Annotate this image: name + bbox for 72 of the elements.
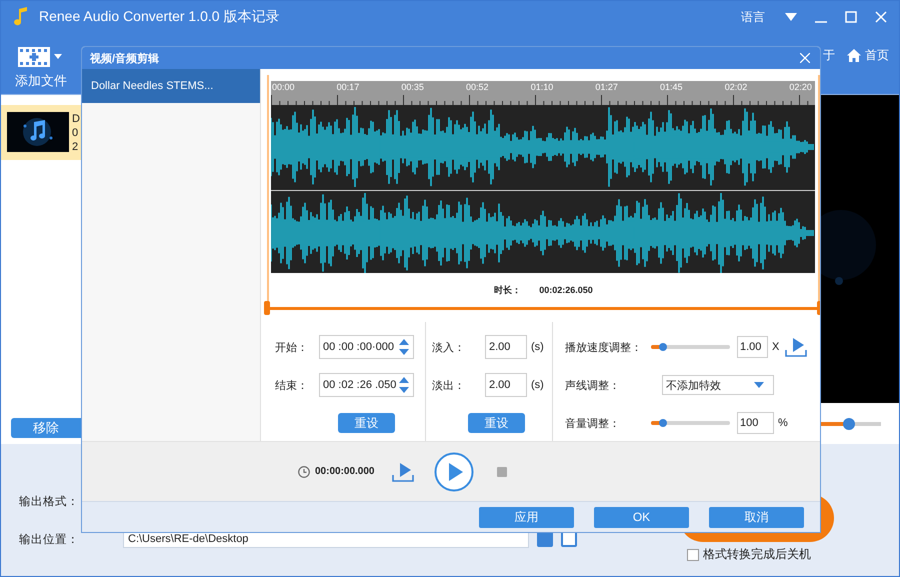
start-time-field[interactable]: 00 :00 :00·000 bbox=[319, 335, 414, 359]
volume-label: 音量调整： bbox=[565, 416, 621, 430]
start-label: 开始： bbox=[275, 340, 309, 354]
volume-field[interactable]: 100 bbox=[737, 412, 774, 434]
dialog-button[interactable]: 取消 bbox=[709, 506, 804, 528]
time-mark: 01:27 bbox=[595, 82, 618, 92]
unit-label: % bbox=[778, 417, 788, 429]
unit-label: X bbox=[772, 341, 780, 353]
slider-thumb[interactable] bbox=[658, 419, 667, 427]
play-preview-icon[interactable] bbox=[785, 337, 808, 357]
caret-icon[interactable] bbox=[754, 382, 764, 388]
time-mark: 00:52 bbox=[466, 82, 489, 92]
speed-field[interactable]: 1.00 bbox=[737, 336, 768, 358]
film-plus-icon bbox=[18, 46, 64, 68]
stop-icon[interactable] bbox=[496, 466, 506, 476]
remove-button[interactable]: 移除 bbox=[11, 418, 81, 438]
fade-in-field[interactable]: 2.00 bbox=[485, 335, 527, 359]
output-format-label: 输出格式： bbox=[19, 494, 79, 508]
duration-value: 00:02:26.050 bbox=[539, 285, 593, 295]
music-note-icon bbox=[13, 7, 29, 27]
reset-button[interactable]: 重设 bbox=[338, 413, 395, 433]
time-mark: 00:00 bbox=[272, 82, 295, 92]
dialog-button[interactable]: 应用 bbox=[479, 506, 574, 528]
slider-thumb[interactable] bbox=[658, 343, 667, 351]
close-icon[interactable] bbox=[800, 53, 810, 63]
about-link[interactable]: 于 bbox=[823, 47, 835, 64]
unit-label: (s) bbox=[531, 379, 544, 391]
home-icon[interactable] bbox=[847, 49, 861, 62]
file-info: 0 bbox=[72, 126, 80, 140]
home-link[interactable]: 首页 bbox=[865, 47, 889, 64]
voice-label: 声线调整： bbox=[565, 378, 621, 392]
end-time-field[interactable]: 00 :02 :26 .050 bbox=[319, 373, 414, 397]
time-mark: 02:02 bbox=[724, 82, 748, 92]
play-icon[interactable] bbox=[434, 452, 474, 492]
duration-label: 时长： bbox=[494, 284, 522, 296]
fade-out-label: 淡出： bbox=[432, 378, 466, 392]
shutdown-checkbox[interactable] bbox=[687, 548, 699, 560]
volume-slider[interactable] bbox=[651, 421, 730, 425]
time-mark: 01:10 bbox=[530, 82, 554, 92]
speed-slider[interactable] bbox=[651, 345, 730, 349]
speed-label: 播放速度调整： bbox=[565, 340, 643, 354]
time-mark: 00:17 bbox=[336, 82, 360, 92]
voice-dropdown[interactable]: 不添加特效 bbox=[662, 375, 774, 395]
output-location-label: 输出位置： bbox=[19, 532, 79, 546]
fade-in-label: 淡入： bbox=[432, 340, 466, 354]
trim-handle[interactable] bbox=[264, 301, 270, 315]
clock-icon bbox=[298, 466, 310, 478]
maximize-icon[interactable] bbox=[845, 11, 857, 23]
dialog-button[interactable]: OK bbox=[594, 506, 689, 528]
shutdown-label: 格式转换完成后关机 bbox=[703, 546, 811, 563]
spinner-icon[interactable] bbox=[399, 339, 409, 355]
export-play-icon[interactable] bbox=[392, 462, 414, 482]
close-icon[interactable] bbox=[875, 11, 887, 23]
unit-label: (s) bbox=[531, 341, 544, 353]
time-mark: 01:45 bbox=[660, 82, 683, 92]
file-list-item[interactable]: Dollar Needles STEMS... bbox=[82, 69, 260, 103]
time-mark: 00:35 bbox=[401, 82, 424, 92]
add-file-button[interactable]: 添加文件 bbox=[15, 46, 67, 90]
reset-button[interactable]: 重设 bbox=[468, 413, 525, 433]
file-info: 2 bbox=[72, 140, 80, 154]
window-title: Renee Audio Converter 1.0.0 版本记录 bbox=[39, 8, 280, 26]
dropdown-icon[interactable] bbox=[785, 13, 797, 21]
time-mark: 02:20 bbox=[789, 82, 812, 92]
playback-time: 00:00:00.000 bbox=[315, 466, 374, 477]
end-label: 结束： bbox=[275, 378, 309, 392]
file-item[interactable]: D 0 2 bbox=[1, 105, 81, 160]
slider-thumb[interactable] bbox=[843, 418, 856, 430]
language-menu[interactable]: 语言 bbox=[741, 8, 765, 26]
fade-out-field[interactable]: 2.00 bbox=[485, 373, 527, 397]
spinner-icon[interactable] bbox=[399, 377, 409, 393]
dialog-title: 视频/音频剪辑 bbox=[90, 52, 160, 66]
file-info: D bbox=[72, 112, 80, 126]
